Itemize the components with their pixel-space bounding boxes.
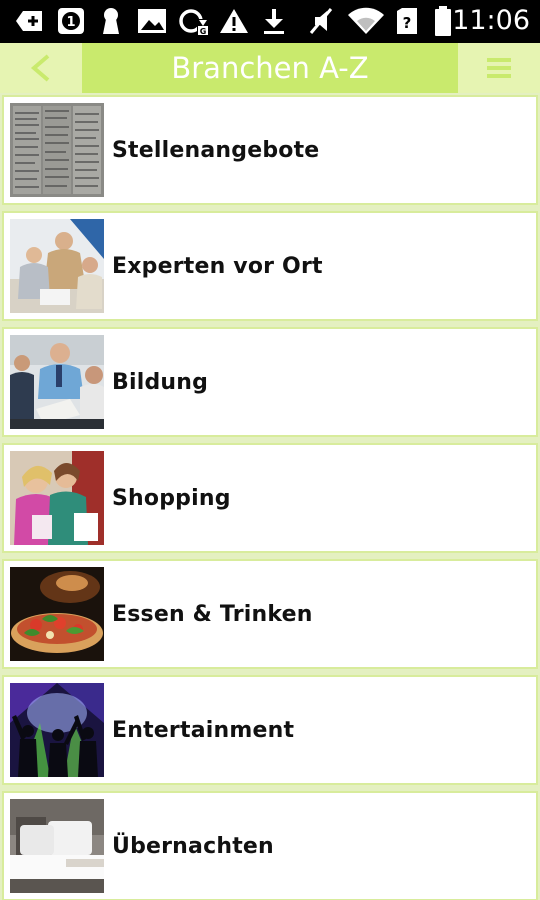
list-item-uebernachten[interactable]: Übernachten [2,791,538,900]
back-button[interactable] [0,43,82,93]
svg-text:G: G [200,27,207,36]
battery-icon [432,6,454,36]
warning-icon [218,6,250,36]
list-item-label: Bildung [112,369,209,395]
hamburger-menu-icon [487,58,511,78]
list-item-label: Essen & Trinken [112,601,313,627]
teacher-students-image [10,335,104,429]
mute-icon [306,6,336,36]
office-meeting-image [10,219,104,313]
list-item-label: Übernachten [112,833,274,859]
chevron-left-icon [30,54,50,82]
hotel-bed-image [10,799,104,893]
clock: 11:06 [452,5,530,36]
list-item-label: Stellenangebote [112,137,320,163]
add-notification-icon [12,6,46,36]
newspaper-classifieds-image [10,103,104,197]
menu-button[interactable] [458,43,540,93]
no-sim-icon: ? [394,6,420,36]
image-icon [136,6,168,36]
svg-text:?: ? [403,14,412,32]
category-list: Stellenangebote Experten vor Ort Bildung… [0,93,540,900]
svg-text:1: 1 [66,15,75,30]
list-item-shopping[interactable]: Shopping [2,443,538,553]
list-item-label: Shopping [112,485,231,511]
list-item-essen-trinken[interactable]: Essen & Trinken [2,559,538,669]
list-item-label: Experten vor Ort [112,253,323,279]
app-toolbar: Branchen A-Z [0,43,540,93]
list-item-experten-vor-ort[interactable]: Experten vor Ort [2,211,538,321]
wifi-icon [346,6,386,36]
shopping-women-image [10,451,104,545]
list-item-bildung[interactable]: Bildung [2,327,538,437]
list-item-stellenangebote[interactable]: Stellenangebote [2,95,538,205]
pizza-image [10,567,104,661]
list-item-entertainment[interactable]: Entertainment [2,675,538,785]
status-bar: 1 G ? 11:06 [0,0,540,43]
list-item-label: Entertainment [112,717,295,743]
download-icon [260,6,288,36]
page-title: Branchen A-Z [171,51,369,85]
concert-crowd-image [10,683,104,777]
keyhole-icon [98,6,124,36]
one-badge-icon: 1 [56,6,86,36]
sync-icon: G [176,6,210,36]
